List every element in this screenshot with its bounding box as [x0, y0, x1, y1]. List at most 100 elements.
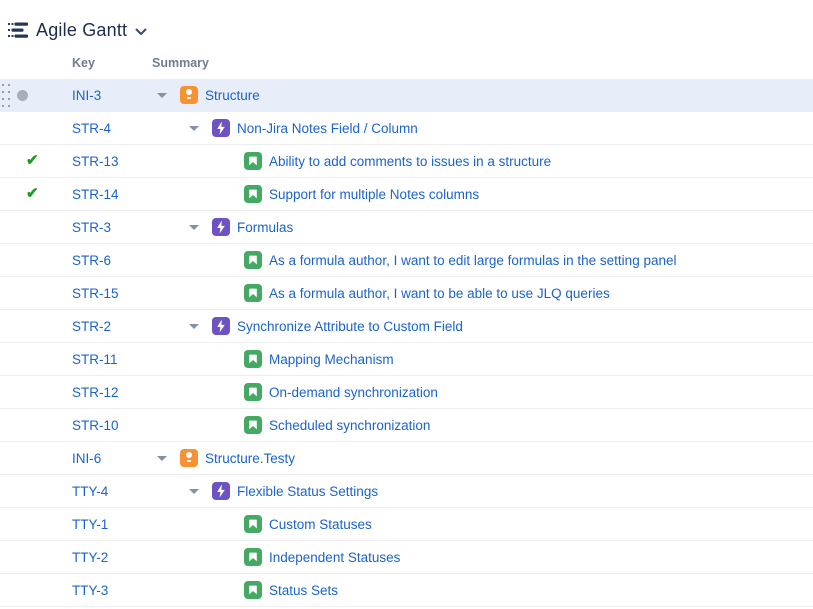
issue-type-icon — [244, 581, 262, 599]
issue-key-link[interactable]: STR-13 — [72, 154, 152, 169]
issue-key-link[interactable]: TTY-2 — [72, 550, 152, 565]
issue-row[interactable]: STR-12 On-demand synchronization — [0, 376, 813, 409]
summary-cell: Support for multiple Notes columns — [152, 178, 813, 210]
collapse-triangle-icon[interactable] — [184, 324, 212, 329]
collapse-triangle-icon[interactable] — [152, 93, 180, 98]
summary-cell: Mapping Mechanism — [152, 343, 813, 375]
issue-summary-link[interactable]: On-demand synchronization — [269, 385, 438, 400]
bookmark-icon — [244, 515, 262, 533]
issue-row[interactable]: STR-11 Mapping Mechanism — [0, 343, 813, 376]
issue-key-link[interactable]: TTY-1 — [72, 517, 152, 532]
lightning-icon — [212, 119, 230, 137]
row-gutter — [0, 574, 72, 606]
issue-summary-link[interactable]: As a formula author, I want to edit larg… — [269, 253, 676, 268]
summary-cell: Independent Statuses — [152, 541, 813, 573]
issue-row[interactable]: INI-6 Structure.Testy — [0, 442, 813, 475]
issue-key-link[interactable]: STR-11 — [72, 352, 152, 367]
issue-type-icon — [244, 416, 262, 434]
app-header: Agile Gantt — [0, 0, 813, 46]
row-marker-dot-icon — [17, 90, 28, 101]
issue-row[interactable]: STR-3 Formulas — [0, 211, 813, 244]
summary-cell: Structure.Testy — [152, 442, 813, 474]
summary-cell: Custom Statuses — [152, 508, 813, 540]
summary-cell: Ability to add comments to issues in a s… — [152, 145, 813, 177]
issue-type-icon — [244, 251, 262, 269]
issue-key-link[interactable]: TTY-4 — [72, 484, 152, 499]
row-gutter — [0, 112, 72, 144]
column-header-key[interactable]: Key — [72, 56, 152, 70]
issue-type-icon — [180, 449, 198, 467]
summary-cell: As a formula author, I want to edit larg… — [152, 244, 813, 276]
summary-cell: Synchronize Attribute to Custom Field — [152, 310, 813, 342]
lightning-icon — [212, 218, 230, 236]
row-gutter — [0, 409, 72, 441]
collapse-triangle-icon[interactable] — [152, 456, 180, 461]
issue-summary-link[interactable]: Flexible Status Settings — [237, 484, 378, 499]
issue-summary-link[interactable]: Status Sets — [269, 583, 338, 598]
issue-summary-link[interactable]: Independent Statuses — [269, 550, 400, 565]
issue-key-link[interactable]: STR-3 — [72, 220, 152, 235]
issue-summary-link[interactable]: Synchronize Attribute to Custom Field — [237, 319, 463, 334]
issue-row[interactable]: STR-15 As a formula author, I want to be… — [0, 277, 813, 310]
issue-key-link[interactable]: STR-15 — [72, 286, 152, 301]
issue-summary-link[interactable]: Structure — [205, 88, 260, 103]
issue-summary-link[interactable]: Structure.Testy — [205, 451, 295, 466]
bookmark-icon — [244, 548, 262, 566]
collapse-triangle-icon[interactable] — [184, 126, 212, 131]
issue-summary-link[interactable]: Non-Jira Notes Field / Column — [237, 121, 418, 136]
green-check-icon: ✔ — [26, 186, 39, 201]
issue-row[interactable]: TTY-4 Flexible Status Settings — [0, 475, 813, 508]
issue-summary-link[interactable]: Support for multiple Notes columns — [269, 187, 479, 202]
bookmark-icon — [244, 383, 262, 401]
summary-cell: Structure — [152, 79, 813, 111]
collapse-triangle-icon[interactable] — [184, 489, 212, 494]
summary-cell: Scheduled synchronization — [152, 409, 813, 441]
summary-cell: Status Sets — [152, 574, 813, 606]
lightning-icon — [212, 317, 230, 335]
issue-key-link[interactable]: STR-14 — [72, 187, 152, 202]
issue-key-link[interactable]: INI-3 — [72, 88, 152, 103]
issue-key-link[interactable]: STR-10 — [72, 418, 152, 433]
row-gutter — [0, 442, 72, 474]
issue-row[interactable]: STR-2 Synchronize Attribute to Custom Fi… — [0, 310, 813, 343]
issue-row[interactable]: ✔ STR-14 Support for multiple Notes colu… — [0, 178, 813, 211]
issue-key-link[interactable]: STR-4 — [72, 121, 152, 136]
issue-row[interactable]: STR-6 As a formula author, I want to edi… — [0, 244, 813, 277]
issue-type-icon — [244, 515, 262, 533]
row-gutter — [0, 211, 72, 243]
issue-type-icon — [212, 482, 230, 500]
issue-row[interactable]: STR-10 Scheduled synchronization — [0, 409, 813, 442]
drag-handle-icon[interactable] — [2, 84, 11, 108]
issue-summary-link[interactable]: Scheduled synchronization — [269, 418, 430, 433]
issue-summary-link[interactable]: Formulas — [237, 220, 293, 235]
issue-type-icon — [244, 152, 262, 170]
summary-cell: Non-Jira Notes Field / Column — [152, 112, 813, 144]
issue-row[interactable]: INI-3 Structure — [0, 79, 813, 112]
lightbulb-icon — [184, 452, 194, 464]
issue-type-icon — [244, 284, 262, 302]
column-header-summary[interactable]: Summary — [152, 56, 813, 70]
issue-type-icon — [244, 350, 262, 368]
row-gutter — [0, 79, 72, 111]
structure-logo-icon — [8, 22, 28, 38]
chevron-down-icon[interactable] — [135, 28, 147, 36]
issue-row[interactable]: TTY-2 Independent Statuses — [0, 541, 813, 574]
issue-type-icon — [180, 86, 198, 104]
issue-summary-link[interactable]: Mapping Mechanism — [269, 352, 394, 367]
collapse-triangle-icon[interactable] — [184, 225, 212, 230]
issue-key-link[interactable]: STR-6 — [72, 253, 152, 268]
issue-row[interactable]: STR-4 Non-Jira Notes Field / Column — [0, 112, 813, 145]
issue-row[interactable]: TTY-1 Custom Statuses — [0, 508, 813, 541]
issue-key-link[interactable]: INI-6 — [72, 451, 152, 466]
row-gutter: ✔ — [0, 145, 72, 177]
bookmark-icon — [244, 284, 262, 302]
issue-row[interactable]: ✔ STR-13 Ability to add comments to issu… — [0, 145, 813, 178]
issue-key-link[interactable]: STR-12 — [72, 385, 152, 400]
issue-key-link[interactable]: STR-2 — [72, 319, 152, 334]
lightning-icon — [212, 482, 230, 500]
issue-row[interactable]: TTY-3 Status Sets — [0, 574, 813, 607]
issue-summary-link[interactable]: As a formula author, I want to be able t… — [269, 286, 610, 301]
issue-key-link[interactable]: TTY-3 — [72, 583, 152, 598]
issue-summary-link[interactable]: Ability to add comments to issues in a s… — [269, 154, 551, 169]
issue-summary-link[interactable]: Custom Statuses — [269, 517, 372, 532]
